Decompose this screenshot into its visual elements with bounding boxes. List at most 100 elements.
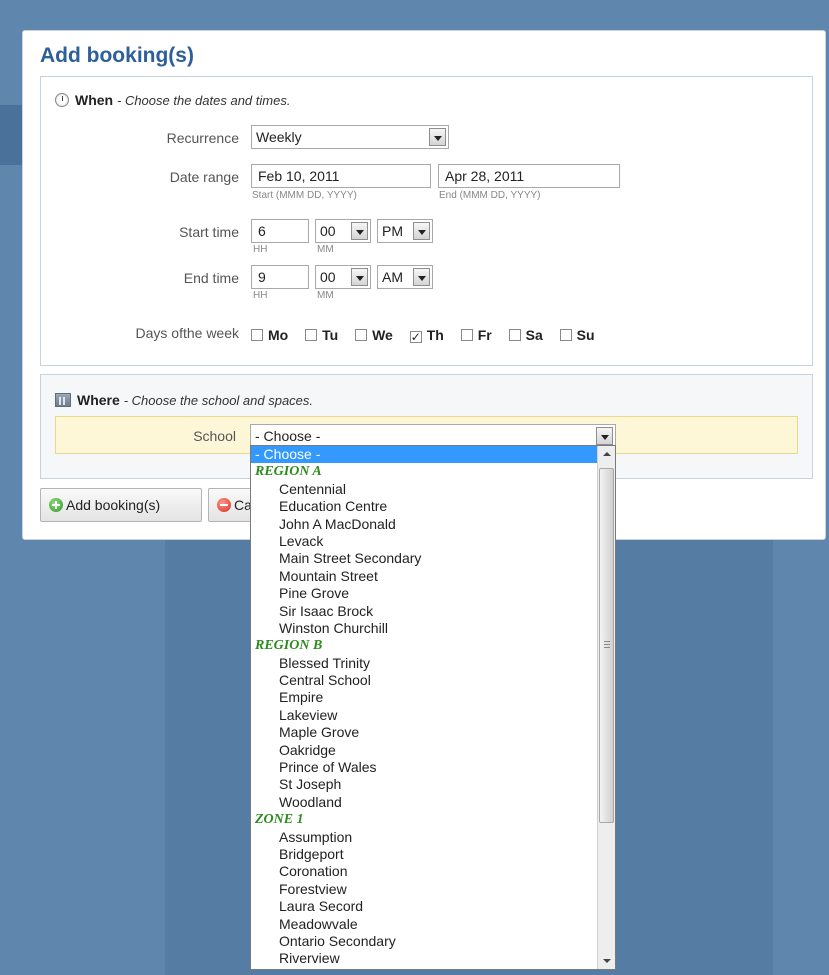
chevron-down-icon[interactable] xyxy=(596,427,613,445)
day-checkbox[interactable] xyxy=(508,329,521,341)
day-fr[interactable]: Fr xyxy=(460,327,492,343)
when-section: When - Choose the dates and times. Recur… xyxy=(40,76,813,366)
school-option[interactable]: Main Street Secondary xyxy=(251,550,597,567)
day-label: Fr xyxy=(477,327,492,343)
day-tu[interactable]: Tu xyxy=(305,327,338,343)
recurrence-value: Weekly xyxy=(256,129,302,145)
end-ampm-select[interactable]: AM xyxy=(377,265,433,289)
chevron-down-icon[interactable] xyxy=(351,222,368,240)
end-hour-input[interactable]: 9 xyxy=(251,265,309,289)
school-building-icon xyxy=(55,393,71,407)
chevron-down-icon[interactable] xyxy=(429,128,446,146)
start-minute-value: 00 xyxy=(320,223,336,239)
day-su[interactable]: Su xyxy=(559,327,595,343)
school-option[interactable]: Education Centre xyxy=(251,498,597,515)
add-booking-button[interactable]: Add booking(s) xyxy=(40,488,202,522)
school-option[interactable]: Meadowvale xyxy=(251,916,597,933)
day-checkbox[interactable] xyxy=(460,329,473,341)
start-ampm-select[interactable]: PM xyxy=(377,219,433,243)
day-we[interactable]: We xyxy=(355,327,393,343)
day-label: Su xyxy=(576,327,595,343)
school-option[interactable]: Ontario Secondary xyxy=(251,933,597,950)
day-label: Sa xyxy=(525,327,543,343)
school-option[interactable]: Empire xyxy=(251,689,597,706)
clock-icon xyxy=(55,93,69,107)
day-label: Th xyxy=(426,327,444,343)
when-heading: When - Choose the dates and times. xyxy=(55,92,290,108)
school-option[interactable]: Oakridge xyxy=(251,742,597,759)
dialog-title: Add booking(s) xyxy=(40,44,194,67)
background-strip xyxy=(0,105,22,165)
days-label: Days ofthe week xyxy=(135,325,240,341)
start-time-label: Start time xyxy=(179,224,239,240)
dropdown-scrollbar[interactable] xyxy=(597,446,615,969)
school-option[interactable]: Forestview xyxy=(251,881,597,898)
start-date-hint: Start (MMM DD, YYYY) xyxy=(252,190,357,201)
school-dropdown-list[interactable]: - Choose - REGION A Centennial Education… xyxy=(250,445,616,970)
school-option[interactable]: Winston Churchill xyxy=(251,620,597,637)
recurrence-select[interactable]: Weekly xyxy=(251,125,449,149)
school-option[interactable]: Lakeview xyxy=(251,707,597,724)
option-group: ZONE 1 xyxy=(255,812,304,828)
start-minute-select[interactable]: 00 xyxy=(315,219,371,243)
school-option[interactable]: Riverview xyxy=(251,950,597,967)
add-icon xyxy=(49,498,63,512)
day-label: We xyxy=(372,327,393,343)
school-label: School xyxy=(193,428,236,444)
day-checkbox[interactable] xyxy=(355,329,368,341)
start-ampm-value: PM xyxy=(382,223,403,239)
school-option[interactable]: Prince of Wales xyxy=(251,759,597,776)
school-option[interactable]: Laura Secord xyxy=(251,898,597,915)
end-time-label: End time xyxy=(183,270,239,286)
start-hour-hint: HH xyxy=(253,244,268,255)
school-option[interactable]: Levack xyxy=(251,533,597,550)
end-minute-select[interactable]: 00 xyxy=(315,265,371,289)
where-heading: Where - Choose the school and spaces. xyxy=(55,392,313,408)
school-option[interactable]: Centennial xyxy=(251,481,597,498)
chevron-down-icon[interactable] xyxy=(351,268,368,286)
day-checkbox[interactable] xyxy=(251,329,263,341)
start-date-input[interactable]: Feb 10, 2011 xyxy=(251,164,431,188)
day-mo[interactable]: Mo xyxy=(251,327,288,343)
end-hour-hint: HH xyxy=(253,290,268,301)
start-hour-input[interactable]: 6 xyxy=(251,219,309,243)
school-option[interactable]: Assumption xyxy=(251,829,597,846)
add-booking-label: Add booking(s) xyxy=(66,497,161,513)
school-option[interactable]: Woodland xyxy=(251,794,597,811)
day-label: Mo xyxy=(268,327,289,343)
school-option[interactable]: Bridgeport xyxy=(251,846,597,863)
school-option[interactable]: John A MacDonald xyxy=(251,516,597,533)
school-option[interactable]: Mountain Street xyxy=(251,568,597,585)
end-minute-hint: MM xyxy=(317,290,334,301)
day-th[interactable]: ✓ Th xyxy=(409,327,444,343)
school-option[interactable]: Sir Isaac Brock xyxy=(251,603,597,620)
option-choose[interactable]: - Choose - xyxy=(251,446,597,464)
day-checkbox[interactable]: ✓ xyxy=(409,331,422,343)
chevron-down-icon[interactable] xyxy=(413,222,430,240)
when-title: When xyxy=(75,92,114,108)
school-option[interactable]: Blessed Trinity xyxy=(251,655,597,672)
day-checkbox[interactable] xyxy=(559,329,572,341)
school-option[interactable]: Central School xyxy=(251,672,597,689)
chevron-down-icon[interactable] xyxy=(413,268,430,286)
start-minute-hint: MM xyxy=(317,244,334,255)
scroll-up-arrow-icon[interactable] xyxy=(598,446,615,463)
cancel-icon xyxy=(217,498,231,512)
end-date-hint: End (MMM DD, YYYY) xyxy=(439,190,541,201)
where-subtitle: - Choose the school and spaces. xyxy=(123,393,314,408)
day-checkbox[interactable] xyxy=(305,329,318,341)
option-group: REGION B xyxy=(255,638,323,654)
school-option[interactable]: Maple Grove xyxy=(251,724,597,741)
school-option[interactable]: St Joseph xyxy=(251,776,597,793)
when-subtitle: - Choose the dates and times. xyxy=(117,93,291,108)
scroll-down-arrow-icon[interactable] xyxy=(598,952,615,969)
day-sa[interactable]: Sa xyxy=(508,327,543,343)
school-option[interactable]: Coronation xyxy=(251,863,597,880)
day-label: Tu xyxy=(322,327,339,343)
school-value: - Choose - xyxy=(255,428,321,444)
option-group: REGION A xyxy=(255,464,322,480)
end-date-input[interactable]: Apr 28, 2011 xyxy=(438,164,620,188)
recurrence-label: Recurrence xyxy=(166,130,239,146)
school-option[interactable]: Pine Grove xyxy=(251,585,597,602)
scrollbar-thumb[interactable] xyxy=(599,468,614,823)
